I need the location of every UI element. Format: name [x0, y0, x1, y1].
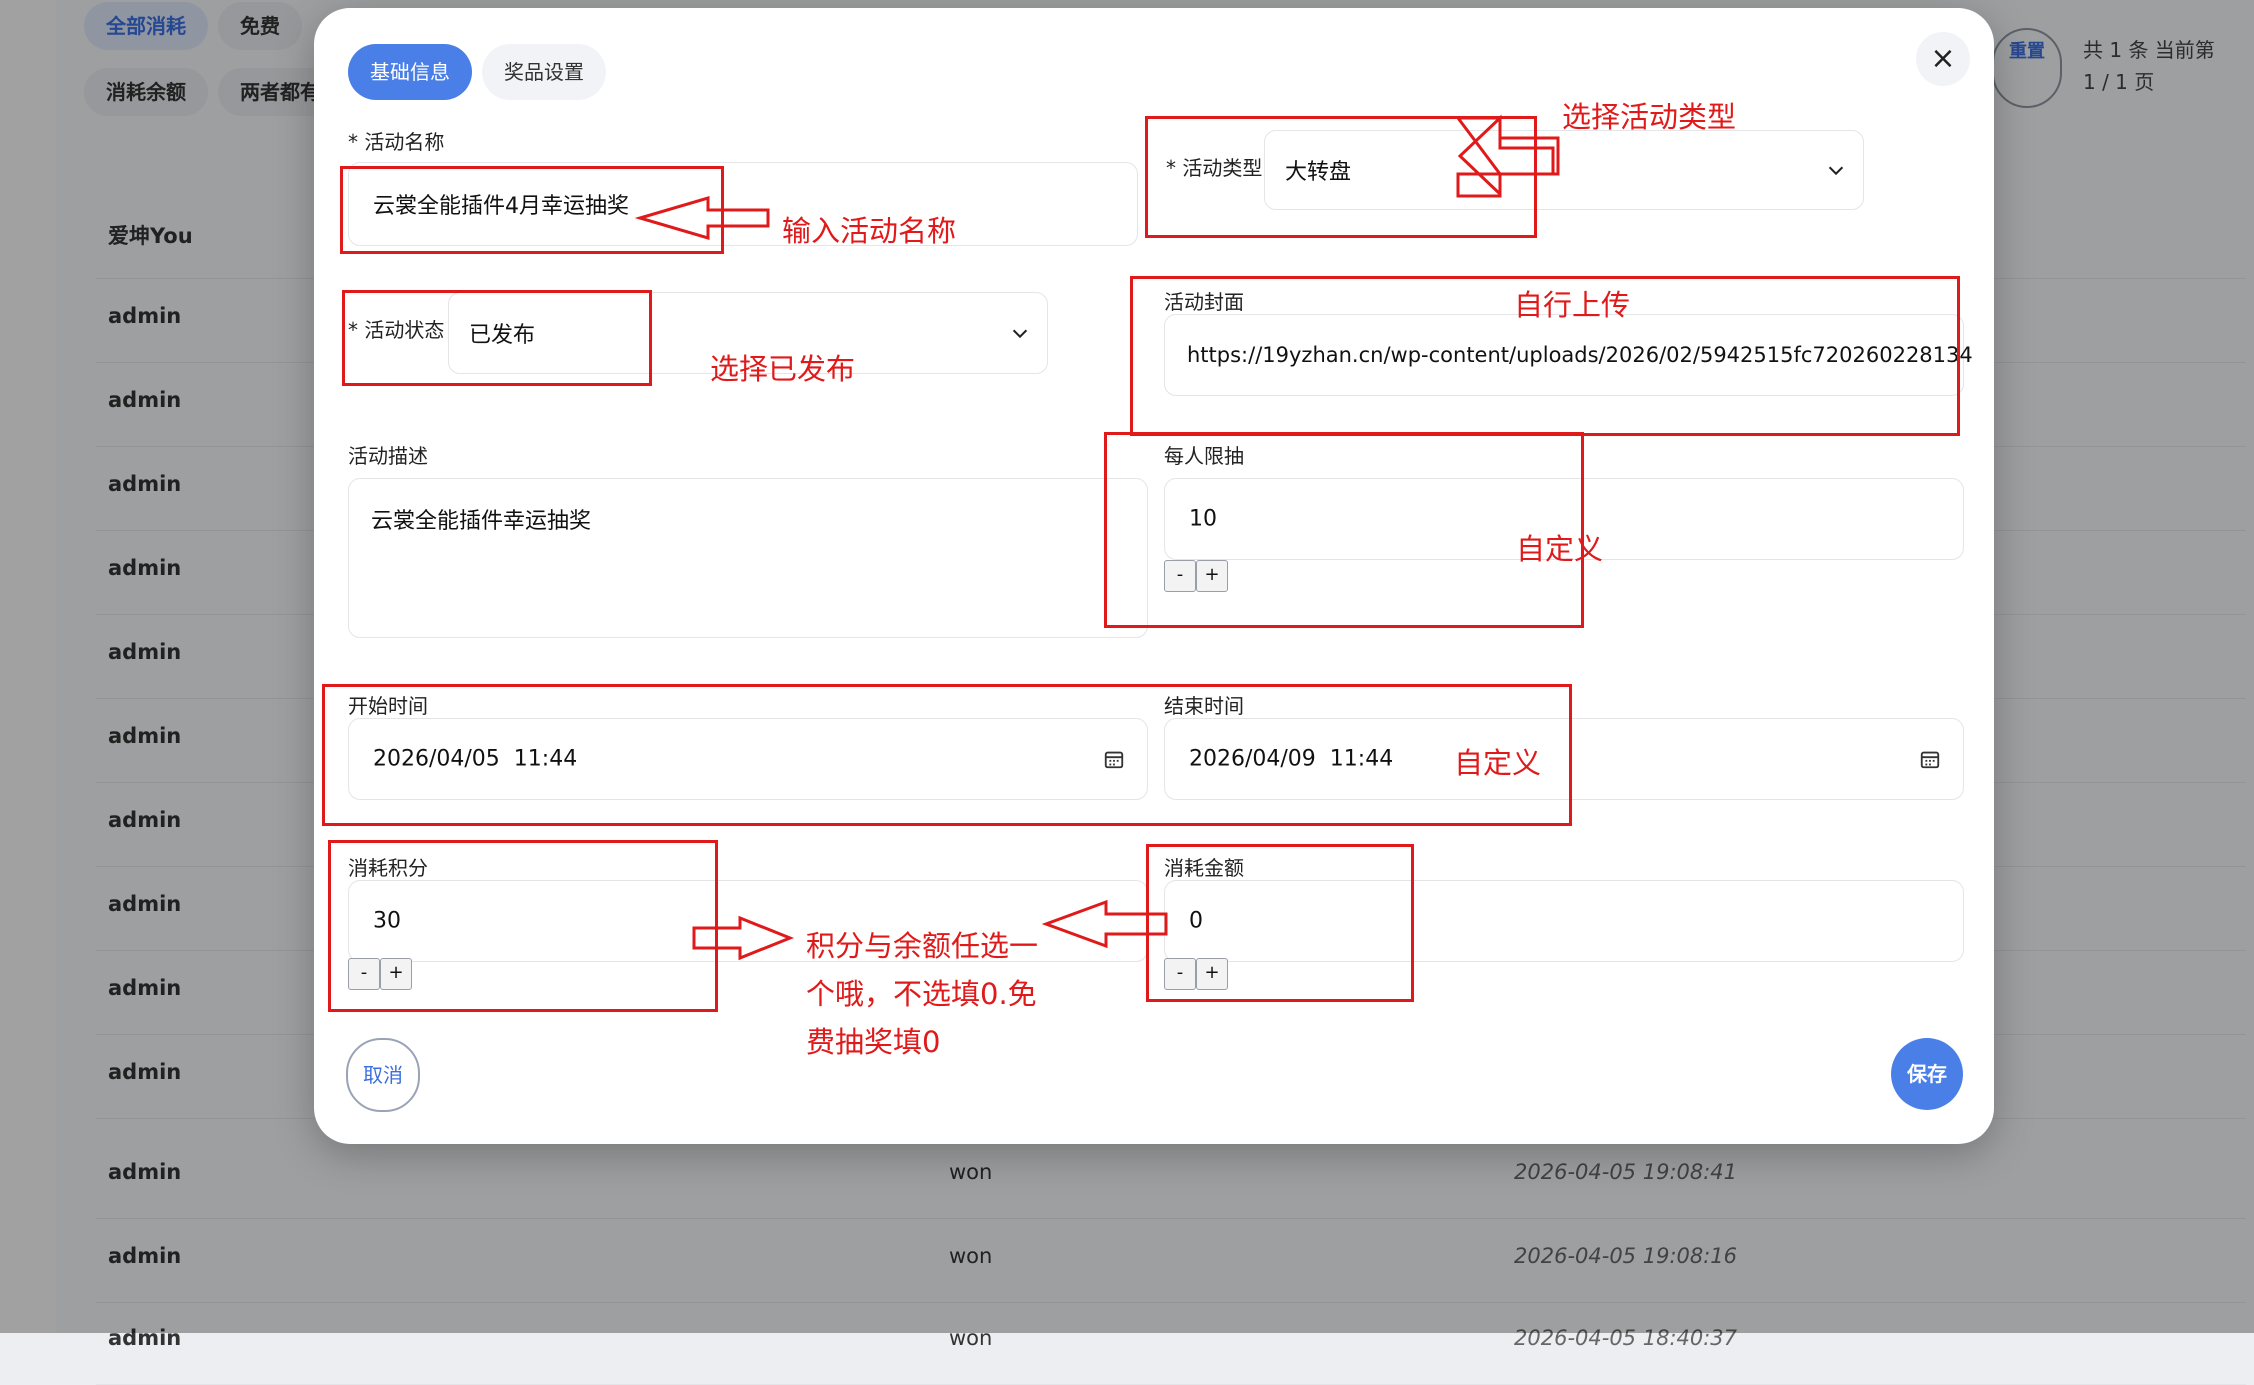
save-button[interactable]: 保存 [1891, 1038, 1963, 1110]
annotation-points-note-line-3: 费抽奖填0 [806, 1025, 941, 1059]
annotation-box-name [340, 166, 724, 254]
activity-name-label: * 活动名称 [348, 130, 445, 154]
annotation-box-status [342, 290, 652, 386]
annotation-box-limit [1104, 432, 1584, 628]
annotation-enter-name: 输入活动名称 [782, 214, 957, 248]
tab-basic-info[interactable]: 基础信息 [348, 44, 472, 100]
annotation-self-upload: 自行上传 [1514, 288, 1631, 322]
annotation-box-balance [1146, 844, 1414, 1002]
tab-prize-settings[interactable]: 奖品设置 [482, 44, 606, 100]
annotation-custom-time: 自定义 [1454, 746, 1542, 780]
annotation-select-type: 选择活动类型 [1562, 100, 1737, 134]
calendar-icon[interactable] [1919, 748, 1941, 770]
description-value: 云裳全能插件幸运抽奖 [371, 509, 592, 534]
close-icon[interactable]: × [1916, 32, 1970, 86]
annotation-box-time [322, 684, 1572, 826]
description-label: 活动描述 [348, 444, 428, 468]
annotation-points-note: 积分与余额任选一 个哦，不选填0.免 费抽奖填0 [806, 922, 1038, 1066]
chevron-down-icon [1828, 166, 1844, 176]
chevron-down-icon [1012, 329, 1028, 339]
cancel-button[interactable]: 取消 [346, 1038, 420, 1112]
annotation-box-points [328, 840, 718, 1012]
annotation-select-published: 选择已发布 [710, 352, 856, 386]
description-textarea[interactable]: 云裳全能插件幸运抽奖 [348, 478, 1148, 638]
annotation-custom-limit: 自定义 [1516, 532, 1604, 566]
annotation-points-note-line-2: 个哦，不选填0.免 [806, 977, 1037, 1011]
annotation-points-note-line-1: 积分与余额任选一 [806, 929, 1039, 963]
annotation-box-type [1145, 116, 1537, 238]
